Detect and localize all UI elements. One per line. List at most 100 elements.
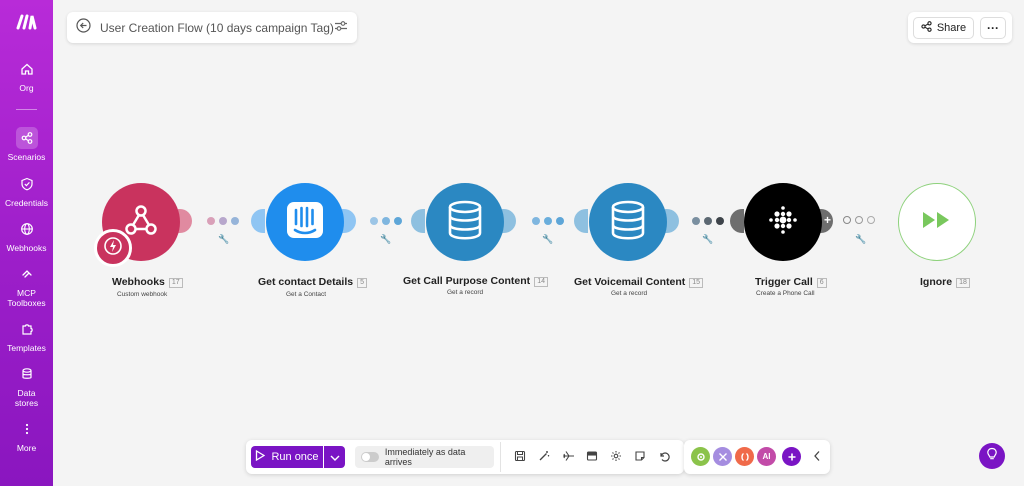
sidebar-item-templates[interactable]: Templates [0, 318, 53, 353]
toggle-switch[interactable] [361, 452, 379, 462]
module-id-badge: 6 [816, 278, 827, 288]
scenario-title[interactable]: User Creation Flow (10 days campaign Tag… [100, 21, 334, 35]
note-icon[interactable] [633, 449, 647, 463]
route-dot[interactable] [692, 217, 700, 225]
instant-trigger-badge [94, 229, 132, 267]
route-dot[interactable] [855, 216, 863, 224]
flow-control-icon[interactable] [691, 447, 710, 466]
share-icon [921, 21, 932, 35]
route-dot[interactable] [382, 217, 390, 225]
data-structure-icon[interactable] [585, 449, 599, 463]
route-dot[interactable] [716, 217, 724, 225]
module-connector-left[interactable] [730, 209, 744, 233]
play-icon [255, 449, 266, 464]
sidebar-item-label: Credentials [5, 198, 48, 208]
route-dot[interactable] [843, 216, 851, 224]
more-options-button[interactable]: ··· [980, 17, 1006, 39]
route-dot[interactable] [867, 216, 875, 224]
magic-wand-icon[interactable] [537, 449, 551, 463]
text-parser-icon[interactable] [735, 447, 754, 466]
sidebar-item-webhooks[interactable]: Webhooks [0, 218, 53, 253]
database-icon [16, 363, 38, 385]
sidebar-item-credentials[interactable]: Credentials [0, 173, 53, 208]
undo-icon[interactable] [657, 449, 671, 463]
route-dot[interactable] [394, 217, 402, 225]
ai-label: AI [762, 452, 771, 461]
intercom-icon [284, 199, 326, 246]
add-module-plus-icon[interactable]: + [824, 213, 831, 227]
module-connector-right[interactable] [342, 209, 356, 233]
module-title: Webhooks 17 [112, 276, 183, 288]
dots-grid-icon [768, 205, 798, 240]
help-button[interactable] [979, 443, 1005, 469]
save-icon[interactable] [513, 449, 527, 463]
route-dot[interactable] [556, 217, 564, 225]
lightbulb-icon [986, 447, 998, 466]
module-subtitle: Custom webhook [117, 291, 168, 298]
route-dot[interactable] [370, 217, 378, 225]
wrench-icon[interactable]: 🔧 [702, 234, 713, 245]
globe-icon [16, 218, 38, 240]
settings-sliders-icon[interactable] [334, 19, 348, 37]
run-options-dropdown[interactable] [324, 446, 345, 468]
add-app-button[interactable] [782, 447, 801, 466]
module-trigger-call[interactable] [744, 183, 822, 261]
ai-button[interactable]: AI [757, 447, 776, 466]
sidebar-item-scenarios[interactable]: Scenarios [0, 127, 53, 162]
sidebar-divider [16, 109, 37, 110]
chevron-down-icon [330, 448, 340, 466]
route-dot[interactable] [532, 217, 540, 225]
sidebar-item-label: Org [19, 83, 34, 93]
database-icon [445, 199, 485, 246]
wrench-icon[interactable]: 🔧 [855, 234, 866, 245]
module-ignore[interactable] [898, 183, 976, 261]
module-connector-left[interactable] [251, 209, 265, 233]
home-icon [16, 58, 38, 80]
module-title: Get Voicemail Content 15 [574, 276, 704, 288]
route-dot[interactable] [704, 217, 712, 225]
module-connector-right[interactable] [502, 209, 516, 233]
schedule-toggle[interactable]: Immediately as data arrives [355, 446, 494, 468]
module-get-contact-details[interactable] [266, 183, 344, 261]
module-connector-left[interactable] [574, 209, 588, 233]
sidebar-item-mcp-toolboxes[interactable]: MCP Toolboxes [0, 263, 53, 308]
module-connector-right[interactable] [178, 209, 192, 233]
toolbar-divider [500, 442, 501, 472]
module-id-badge: 14 [534, 277, 548, 287]
module-subtitle: Get a record [611, 290, 648, 297]
wrench-icon[interactable]: 🔧 [542, 234, 553, 245]
sidebar-item-label: Scenarios [7, 152, 46, 162]
route-dot[interactable] [219, 217, 227, 225]
chevron-left-icon[interactable] [810, 449, 824, 463]
share-button[interactable]: Share [913, 17, 974, 39]
module-get-voicemail-content[interactable] [589, 183, 667, 261]
module-id-badge: 18 [956, 278, 970, 288]
sidebar-item-label: Templates [7, 343, 46, 353]
more-vertical-icon [16, 418, 38, 440]
wrench-icon[interactable]: 🔧 [218, 234, 229, 245]
make-logo[interactable] [16, 12, 38, 32]
module-connector-left[interactable] [411, 209, 425, 233]
module-title: Get Call Purpose Content 14 [403, 275, 548, 287]
module-connector-right[interactable] [665, 209, 679, 233]
route-dot[interactable] [231, 217, 239, 225]
run-once-button[interactable]: Run once [251, 446, 323, 468]
mcp-icon [16, 263, 38, 285]
gear-icon[interactable] [609, 449, 623, 463]
route-dot[interactable] [207, 217, 215, 225]
sidebar-item-data-stores[interactable]: Data stores [0, 363, 53, 408]
wrench-icon[interactable]: 🔧 [380, 234, 391, 245]
sidebar-item-more[interactable]: More [0, 418, 53, 453]
module-get-call-purpose-content[interactable] [426, 183, 504, 261]
route-dot[interactable] [544, 217, 552, 225]
airplane-icon[interactable] [561, 449, 575, 463]
tools-icon[interactable] [713, 447, 732, 466]
sidebar-item-org[interactable]: Org [0, 58, 53, 93]
share-nodes-icon [15, 127, 38, 149]
lightning-icon [103, 236, 123, 261]
module-id-badge: 17 [168, 278, 183, 288]
run-once-label: Run once [271, 451, 319, 463]
scenario-title-bar: User Creation Flow (10 days campaign Tag… [67, 12, 357, 43]
database-icon [608, 199, 648, 246]
back-arrow-icon[interactable] [76, 17, 91, 38]
